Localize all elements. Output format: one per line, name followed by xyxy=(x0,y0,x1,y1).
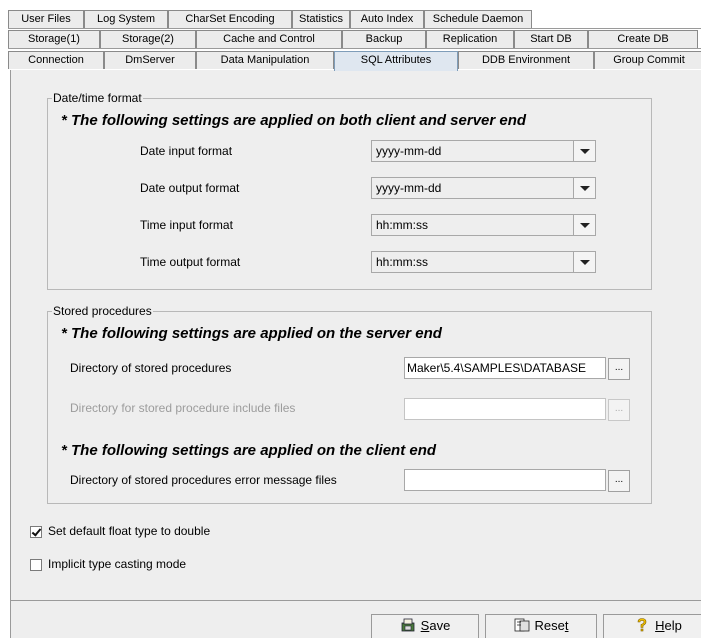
tab-statistics[interactable]: Statistics xyxy=(292,10,350,28)
bottom-toolbar: Save Reset Help xyxy=(10,600,701,638)
stored-procedures-group: Stored procedures * The following settin… xyxy=(47,304,652,504)
tab-storage-1[interactable]: Storage(1) xyxy=(8,30,100,48)
date-input-format-value: yyyy-mm-dd xyxy=(376,144,442,158)
time-output-format-value: hh:mm:ss xyxy=(376,255,429,269)
datetime-format-legend: Date/time format xyxy=(52,91,143,105)
help-accel: H xyxy=(655,618,665,633)
error-message-dir-browse-button[interactable]: ... xyxy=(608,470,630,492)
chevron-down-icon[interactable] xyxy=(573,215,595,235)
tab-row-divider xyxy=(8,48,701,49)
tab-create-db[interactable]: Create DB xyxy=(588,30,698,48)
float-double-checkbox[interactable] xyxy=(30,526,42,538)
tab-dmserver[interactable]: DmServer xyxy=(104,51,196,69)
tab-replication[interactable]: Replication xyxy=(426,30,514,48)
stored-procedures-dir-value: Maker\5.4\SAMPLES\DATABASE xyxy=(407,361,586,375)
tab-auto-index[interactable]: Auto Index xyxy=(350,10,424,28)
include-files-dir-input xyxy=(404,398,606,420)
tab-ddb-environment[interactable]: DDB Environment xyxy=(458,51,594,69)
include-files-dir-browse-button: ... xyxy=(608,399,630,421)
tab-cache-and-control[interactable]: Cache and Control xyxy=(196,30,342,48)
include-files-dir-label: Directory for stored procedure include f… xyxy=(70,401,296,415)
datetime-scope-note: * The following settings are applied on … xyxy=(61,112,527,129)
stored-procedures-dir-label: Directory of stored procedures xyxy=(70,361,232,375)
stored-procedures-legend: Stored procedures xyxy=(52,304,153,318)
tab-sql-attributes[interactable]: SQL Attributes xyxy=(334,51,458,71)
tab-backup[interactable]: Backup xyxy=(342,30,426,48)
sql-attributes-panel: Date/time format * The following setting… xyxy=(10,70,701,600)
date-output-format-value: yyyy-mm-dd xyxy=(376,181,442,195)
server-scope-note: * The following settings are applied on … xyxy=(61,325,442,342)
implicit-cast-label: Implicit type casting mode xyxy=(48,557,187,571)
tab-user-files[interactable]: User Files xyxy=(8,10,84,28)
tab-data-manipulation[interactable]: Data Manipulation xyxy=(196,51,334,69)
stored-procedures-dir-input[interactable]: Maker\5.4\SAMPLES\DATABASE xyxy=(404,357,606,379)
help-button[interactable]: Help xyxy=(603,614,701,638)
client-scope-note: * The following settings are applied on … xyxy=(61,442,437,459)
time-output-format-select[interactable]: hh:mm:ss xyxy=(371,251,596,273)
reset-icon xyxy=(514,618,529,632)
date-input-format-label: Date input format xyxy=(140,144,233,158)
save-icon xyxy=(401,618,415,632)
error-message-dir-label: Directory of stored procedures error mes… xyxy=(70,473,337,487)
time-input-format-value: hh:mm:ss xyxy=(376,218,429,232)
time-input-format-select[interactable]: hh:mm:ss xyxy=(371,214,596,236)
tab-row-divider xyxy=(8,28,701,29)
help-label-post: elp xyxy=(664,618,682,633)
stored-procedures-dir-browse-button[interactable]: ... xyxy=(608,358,630,380)
reset-label-pre: Rese xyxy=(534,618,565,633)
time-input-format-label: Time input format xyxy=(140,218,233,232)
reset-accel: t xyxy=(564,618,569,633)
reset-button[interactable]: Reset xyxy=(485,614,597,638)
tab-connection[interactable]: Connection xyxy=(8,51,104,69)
chevron-down-icon[interactable] xyxy=(573,178,595,198)
date-input-format-select[interactable]: yyyy-mm-dd xyxy=(371,140,596,162)
save-button[interactable]: Save xyxy=(371,614,479,638)
tab-group-commit[interactable]: Group Commit xyxy=(594,51,701,69)
help-question-icon xyxy=(637,618,647,632)
tab-schedule-daemon[interactable]: Schedule Daemon xyxy=(424,10,532,28)
date-output-format-label: Date output format xyxy=(140,181,240,195)
tab-charset-encoding[interactable]: CharSet Encoding xyxy=(168,10,292,28)
tab-storage-2[interactable]: Storage(2) xyxy=(100,30,196,48)
tab-start-db[interactable]: Start DB xyxy=(514,30,588,48)
float-double-label: Set default float type to double xyxy=(48,524,211,538)
implicit-cast-checkbox[interactable] xyxy=(30,559,42,571)
save-label-post: ave xyxy=(429,618,451,633)
date-output-format-select[interactable]: yyyy-mm-dd xyxy=(371,177,596,199)
chevron-down-icon[interactable] xyxy=(573,252,595,272)
time-output-format-label: Time output format xyxy=(140,255,241,269)
chevron-down-icon[interactable] xyxy=(573,141,595,161)
error-message-dir-input[interactable] xyxy=(404,469,606,491)
datetime-format-group: Date/time format * The following setting… xyxy=(47,91,652,290)
tab-log-system[interactable]: Log System xyxy=(84,10,168,28)
